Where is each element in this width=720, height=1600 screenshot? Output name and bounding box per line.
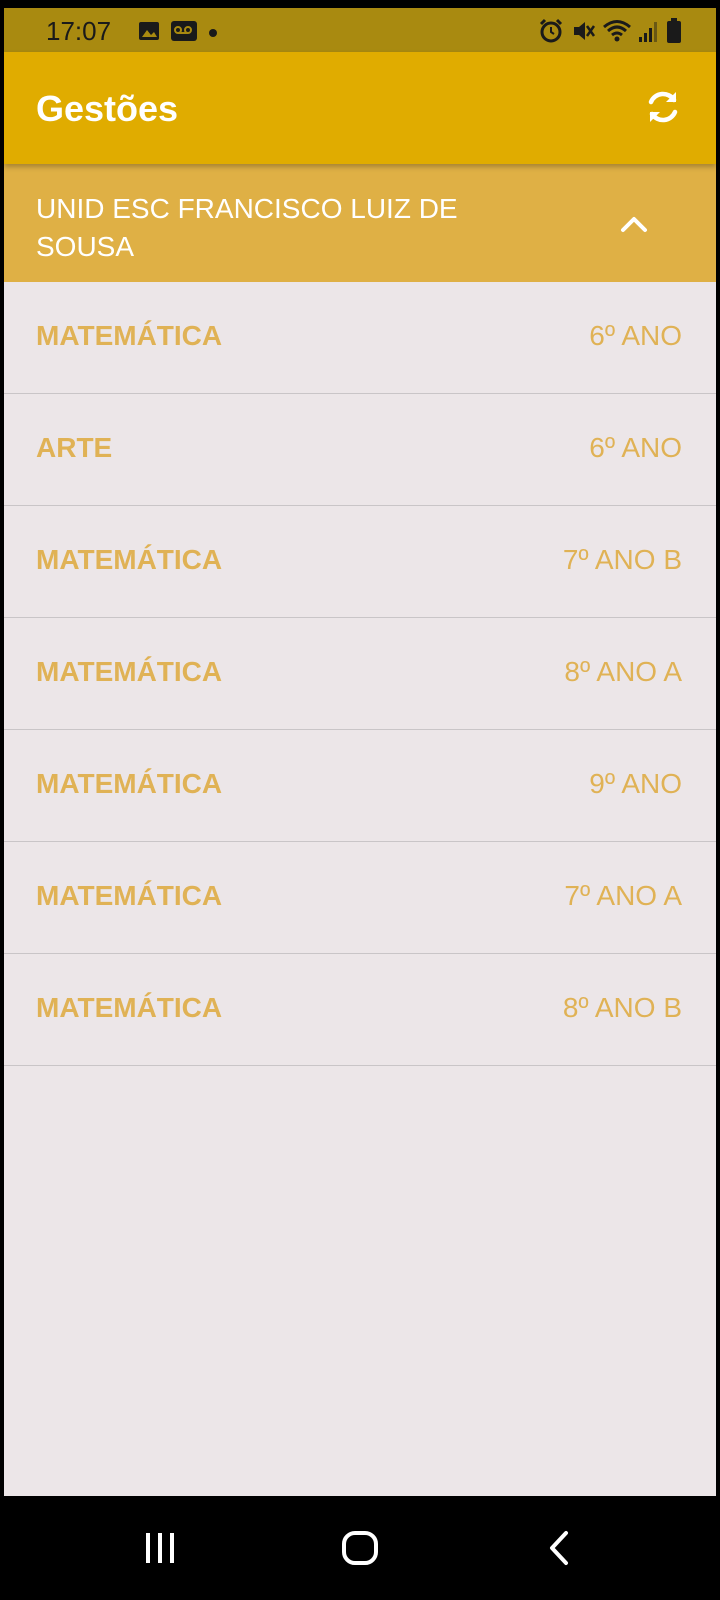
list-item[interactable]: MATEMÁTICA 9º ANO: [4, 730, 716, 842]
voicemail-icon: [170, 20, 198, 47]
list-item[interactable]: MATEMÁTICA 6º ANO: [4, 282, 716, 394]
dot-icon: [208, 25, 218, 43]
mute-icon: [570, 18, 596, 49]
status-bar: 17:07: [4, 8, 716, 52]
chevron-up-icon: [621, 217, 647, 232]
item-class: 9º ANO: [589, 768, 682, 799]
item-subject: MATEMÁTICA: [36, 880, 223, 911]
app-screen: 17:07 Gestões UNID ESC FRANCISCO LUIZ DE…: [4, 8, 716, 1496]
wifi-icon: [602, 18, 632, 49]
page-title: Gestões: [36, 88, 179, 129]
list-item[interactable]: MATEMÁTICA 8º ANO B: [4, 954, 716, 1066]
signal-icon: [638, 19, 660, 48]
item-subject: MATEMÁTICA: [36, 544, 223, 575]
home-button[interactable]: [330, 1522, 390, 1574]
refresh-button[interactable]: [638, 82, 688, 132]
home-icon: [342, 1531, 378, 1565]
list-item[interactable]: ARTE 6º ANO: [4, 394, 716, 506]
school-name: UNID ESC FRANCISCO LUIZ DE SOUSA: [36, 193, 458, 262]
back-button[interactable]: [530, 1522, 590, 1574]
item-class: 6º ANO: [589, 320, 682, 351]
school-header[interactable]: UNID ESC FRANCISCO LUIZ DE SOUSA: [4, 164, 716, 282]
list-item[interactable]: MATEMÁTICA 8º ANO A: [4, 618, 716, 730]
app-bar: Gestões: [4, 52, 716, 164]
list-item[interactable]: MATEMÁTICA 7º ANO A: [4, 842, 716, 954]
list-item[interactable]: MATEMÁTICA 7º ANO B: [4, 506, 716, 618]
item-subject: MATEMÁTICA: [36, 656, 223, 687]
alarm-icon: [538, 18, 564, 49]
status-time: 17:07: [46, 16, 112, 46]
status-right-icons: [538, 18, 682, 49]
recent-apps-button[interactable]: [130, 1522, 190, 1574]
battery-icon: [666, 18, 682, 49]
item-class: 7º ANO A: [564, 880, 682, 911]
collapse-button[interactable]: [614, 204, 654, 244]
refresh-icon: [648, 91, 678, 123]
item-class: 8º ANO B: [562, 992, 682, 1023]
back-icon: [550, 1531, 568, 1565]
status-left-icons: [138, 20, 218, 47]
recent-apps-icon: [146, 1533, 174, 1563]
item-subject: MATEMÁTICA: [36, 768, 223, 799]
item-subject: MATEMÁTICA: [36, 992, 223, 1023]
item-subject: ARTE: [36, 432, 113, 463]
item-subject: MATEMÁTICA: [36, 320, 223, 351]
item-class: 7º ANO B: [562, 544, 682, 575]
item-class: 6º ANO: [589, 432, 682, 463]
class-list: MATEMÁTICA 6º ANO ARTE 6º ANO MATEMÁTICA…: [4, 282, 716, 1066]
image-icon: [138, 21, 160, 46]
item-class: 8º ANO A: [564, 656, 682, 687]
system-nav-bar: [0, 1496, 720, 1600]
